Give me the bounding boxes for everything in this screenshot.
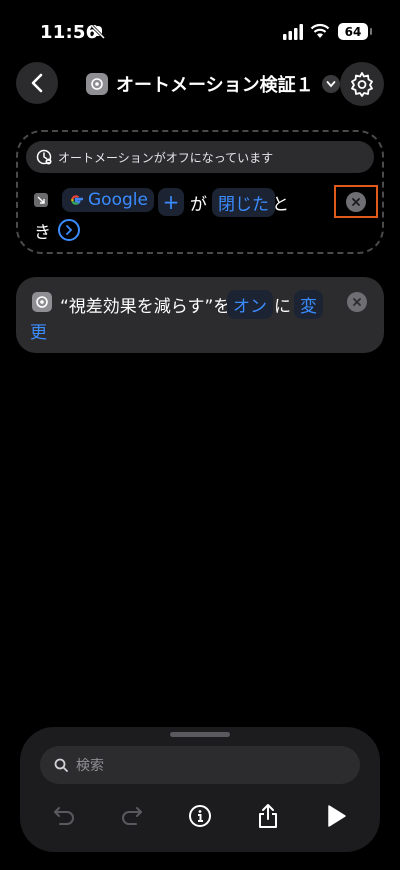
play-icon xyxy=(328,805,346,827)
chevron-right-icon xyxy=(66,225,73,235)
trigger-particle-ga: が xyxy=(190,195,207,215)
search-placeholder: 検索 xyxy=(76,758,104,774)
app-name: Google xyxy=(88,190,148,210)
google-logo-icon xyxy=(71,195,84,205)
wifi-icon xyxy=(310,23,330,38)
share-icon xyxy=(259,804,277,828)
add-app-button[interactable]: + xyxy=(158,188,184,216)
redo-button[interactable] xyxy=(116,800,148,832)
trigger-details-button[interactable] xyxy=(58,219,80,241)
undo-icon xyxy=(54,807,74,825)
settings-action-icon xyxy=(32,292,52,312)
action-particle-ni: に xyxy=(274,297,291,317)
page-title: オートメーション検証１ xyxy=(116,75,314,96)
shortcut-settings-button[interactable] xyxy=(340,62,384,106)
chevron-left-icon xyxy=(31,73,43,93)
remove-action-button[interactable] xyxy=(347,292,367,312)
info-icon xyxy=(189,805,211,827)
trigger-state-token[interactable]: 閉じた xyxy=(212,188,275,217)
app-token-google[interactable]: Google xyxy=(62,188,154,212)
app-close-trigger-icon xyxy=(34,193,48,207)
trigger-particle-ki: き xyxy=(34,223,51,243)
search-icon xyxy=(54,758,68,772)
action-search-field[interactable]: 検索 xyxy=(40,746,360,784)
close-icon xyxy=(353,298,361,306)
action-value-token[interactable]: オン xyxy=(227,290,273,319)
run-shortcut-button[interactable] xyxy=(320,800,352,832)
settings-app-icon xyxy=(86,73,108,95)
gear-icon xyxy=(351,72,373,97)
automation-off-banner[interactable]: オートメーションがオフになっています xyxy=(26,141,374,173)
shortcut-title-menu[interactable]: オートメーション検証１ xyxy=(86,70,340,98)
info-button[interactable] xyxy=(184,800,216,832)
action-label: “視差効果を減らす”を xyxy=(60,297,231,317)
chevron-down-icon xyxy=(321,75,340,93)
trigger-particle-to: と xyxy=(272,195,289,215)
undo-button[interactable] xyxy=(48,800,80,832)
automation-status-text: オートメーションがオフになっています xyxy=(58,150,274,165)
highlight-box xyxy=(334,185,378,218)
battery-indicator: 64 xyxy=(338,23,372,40)
action-verb-token-cont[interactable]: 更 xyxy=(30,318,47,343)
automation-clock-icon xyxy=(36,149,52,165)
action-verb-token[interactable]: 変 xyxy=(294,290,323,319)
bell-muted-icon xyxy=(90,24,106,40)
redo-icon xyxy=(122,807,142,825)
sheet-grabber[interactable] xyxy=(170,732,230,737)
share-button[interactable] xyxy=(252,800,284,832)
back-button[interactable] xyxy=(16,62,58,104)
cellular-signal-icon xyxy=(283,24,303,40)
